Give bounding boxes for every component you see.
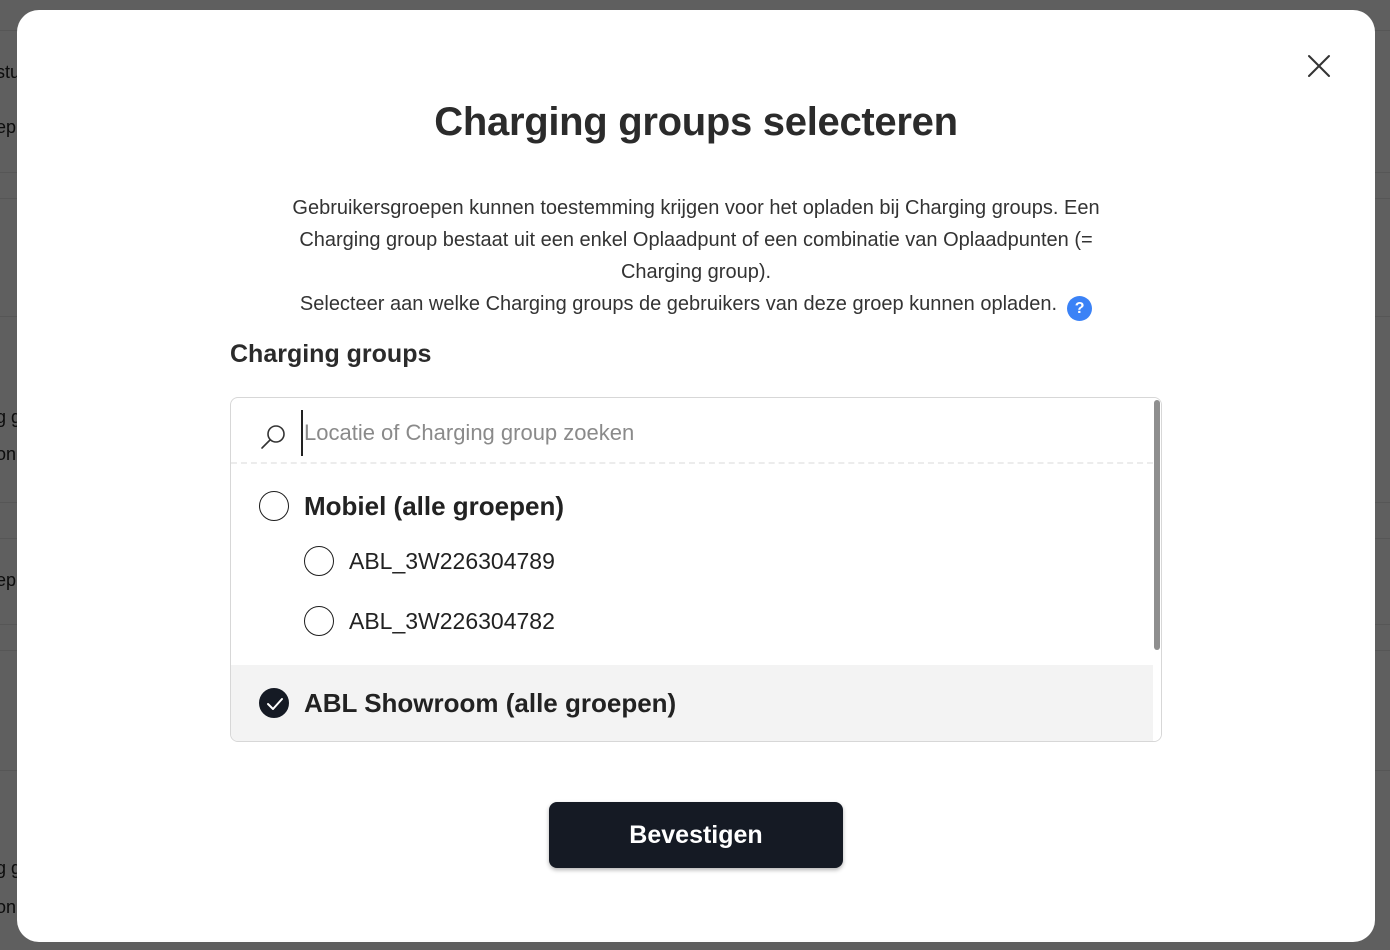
instruction-text: Selecteer aan welke Charging groups de g… xyxy=(299,293,1058,315)
group-radio[interactable] xyxy=(259,491,289,521)
group-label: Mobiel (alle groepen) xyxy=(304,490,565,521)
search-icon xyxy=(261,425,285,449)
charging-point-label: ABL_3W226304782 xyxy=(349,607,555,634)
search-bar xyxy=(231,398,1153,464)
list-scrollbar[interactable] xyxy=(1153,398,1161,741)
description-text: Gebruikersgroepen kunnen toestemming kri… xyxy=(292,197,1100,283)
help-icon[interactable]: ? xyxy=(1067,296,1093,321)
charging-point-label: ABL_3W226304789 xyxy=(349,547,555,574)
group-label: ABL Showroom (alle groepen) xyxy=(304,687,677,718)
close-button[interactable] xyxy=(1305,52,1333,80)
close-icon xyxy=(1308,55,1330,77)
charging-groups-label: Charging groups xyxy=(230,340,432,368)
group-checkbox-checked[interactable] xyxy=(259,688,289,718)
list-item-group[interactable]: Mobiel (alle groepen) xyxy=(231,488,1153,524)
scrollbar-thumb[interactable] xyxy=(1154,400,1160,650)
description-instruction: Selecteer aan welke Charging groups de g… xyxy=(257,288,1135,321)
list-item-charging-point[interactable]: ABL_3W226304789 xyxy=(231,544,1153,578)
modal-description: Gebruikersgroepen kunnen toestemming kri… xyxy=(257,192,1135,321)
list-item-group-selected[interactable]: ABL Showroom (alle groepen) xyxy=(231,665,1153,741)
search-input[interactable] xyxy=(301,410,1126,456)
modal-title: Charging groups selecteren xyxy=(434,100,958,144)
charging-groups-list: Mobiel (alle groepen) ABL_3W226304789 AB… xyxy=(230,397,1162,742)
check-icon xyxy=(267,698,283,710)
select-charging-groups-modal: Charging groups selecteren Gebruikersgro… xyxy=(17,10,1375,942)
charging-point-radio[interactable] xyxy=(304,606,334,636)
list-item-charging-point[interactable]: ABL_3W226304782 xyxy=(231,604,1153,638)
charging-point-radio[interactable] xyxy=(304,546,334,576)
confirm-button[interactable]: Bevestigen xyxy=(549,802,843,868)
